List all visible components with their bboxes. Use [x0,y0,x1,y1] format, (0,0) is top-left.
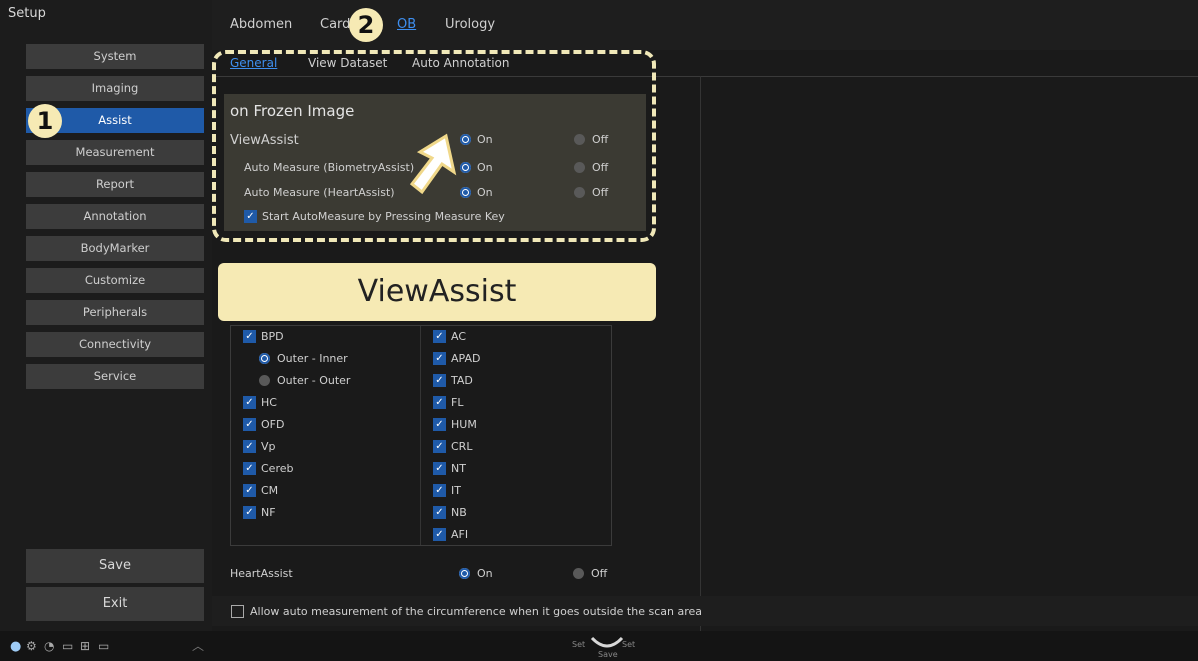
nt-label: NT [451,462,466,475]
outer-outer-label: Outer - Outer [277,374,351,387]
outer-outer-radio[interactable] [259,375,270,386]
sidebar-item-service[interactable]: Service [26,364,204,389]
set-left-label: Set [572,640,586,649]
highlight-frame [212,50,656,242]
bpd-label: BPD [261,330,284,343]
set-right-label: Set [622,640,636,649]
vp-checkbox[interactable]: ✓ [243,440,256,453]
step-badge-2: 2 [349,8,383,42]
afi-checkbox[interactable]: ✓ [433,528,446,541]
nb-label: NB [451,506,467,519]
nf-label: NF [261,506,276,519]
clock-icon: ◔ [44,639,55,653]
sidebar-item-annotation[interactable]: Annotation [26,204,204,229]
it-label: IT [451,484,461,497]
feature-banner: ViewAssist [218,263,656,321]
divider [700,76,701,631]
ofd-label: OFD [261,418,285,431]
cereb-checkbox[interactable]: ✓ [243,462,256,475]
heartassist-on-label: On [477,567,493,580]
sidebar-item-bodymarker[interactable]: BodyMarker [26,236,204,261]
allow-circumference-label: Allow auto measurement of the circumfere… [250,605,702,618]
outer-inner-label: Outer - Inner [277,352,348,365]
heartassist-on-radio[interactable] [459,568,470,579]
measurement-grid: ✓ BPD Outer - Inner Outer - Outer ✓ HC ✓… [230,325,612,546]
save-button[interactable]: Save [26,549,204,583]
status-bar: ● ⚙ ◔ ▭ ⊞ ▭ ︿ Set Set Save [0,631,1198,661]
fl-label: FL [451,396,464,409]
ac-checkbox[interactable]: ✓ [433,330,446,343]
network-icon: ⊞ [80,639,91,653]
sidebar: Setup System Imaging Assist Measurement … [0,0,212,661]
bpd-checkbox[interactable]: ✓ [243,330,256,343]
grid-divider [420,326,421,545]
ac-label: AC [451,330,467,343]
vp-label: Vp [261,440,276,453]
allow-circumference-checkbox[interactable] [231,605,244,618]
tad-checkbox[interactable]: ✓ [433,374,446,387]
it-checkbox[interactable]: ✓ [433,484,446,497]
ofd-checkbox[interactable]: ✓ [243,418,256,431]
sidebar-item-customize[interactable]: Customize [26,268,204,293]
storage-icon: ▭ [98,639,110,653]
hc-checkbox[interactable]: ✓ [243,396,256,409]
cm-label: CM [261,484,279,497]
apad-checkbox[interactable]: ✓ [433,352,446,365]
sidebar-item-connectivity[interactable]: Connectivity [26,332,204,357]
tab-ob[interactable]: OB [397,17,416,32]
sidebar-title: Setup [8,6,46,21]
save-hint-label: Save [598,650,618,659]
step-badge-1: 1 [28,104,62,138]
cereb-label: Cereb [261,462,294,475]
nf-checkbox[interactable]: ✓ [243,506,256,519]
hum-checkbox[interactable]: ✓ [433,418,446,431]
hum-label: HUM [451,418,477,431]
exit-button[interactable]: Exit [26,587,204,621]
heartassist-off-radio[interactable] [573,568,584,579]
fl-checkbox[interactable]: ✓ [433,396,446,409]
outer-inner-radio[interactable] [259,353,270,364]
afi-label: AFI [451,528,469,541]
device-icon: ▭ [62,639,74,653]
sidebar-item-system[interactable]: System [26,44,204,69]
sidebar-item-peripherals[interactable]: Peripherals [26,300,204,325]
hc-label: HC [261,396,277,409]
sidebar-item-report[interactable]: Report [26,172,204,197]
sidebar-item-imaging[interactable]: Imaging [26,76,204,101]
tad-label: TAD [451,374,473,387]
settings-icon: ⚙ [26,639,37,653]
heartassist-label: HeartAssist [230,567,293,580]
tab-abdomen[interactable]: Abdomen [230,17,292,32]
tab-urology[interactable]: Urology [445,17,495,32]
apad-label: APAD [451,352,481,365]
nb-checkbox[interactable]: ✓ [433,506,446,519]
nt-checkbox[interactable]: ✓ [433,462,446,475]
heartassist-off-label: Off [591,567,608,580]
crl-label: CRL [451,440,473,453]
chevron-up-icon[interactable]: ︿ [192,637,204,654]
cm-checkbox[interactable]: ✓ [243,484,256,497]
user-icon: ● [10,639,22,654]
crl-checkbox[interactable]: ✓ [433,440,446,453]
tab-cardiac[interactable]: Card [320,17,350,32]
sidebar-item-measurement[interactable]: Measurement [26,140,204,165]
trackball-icon [590,636,624,648]
